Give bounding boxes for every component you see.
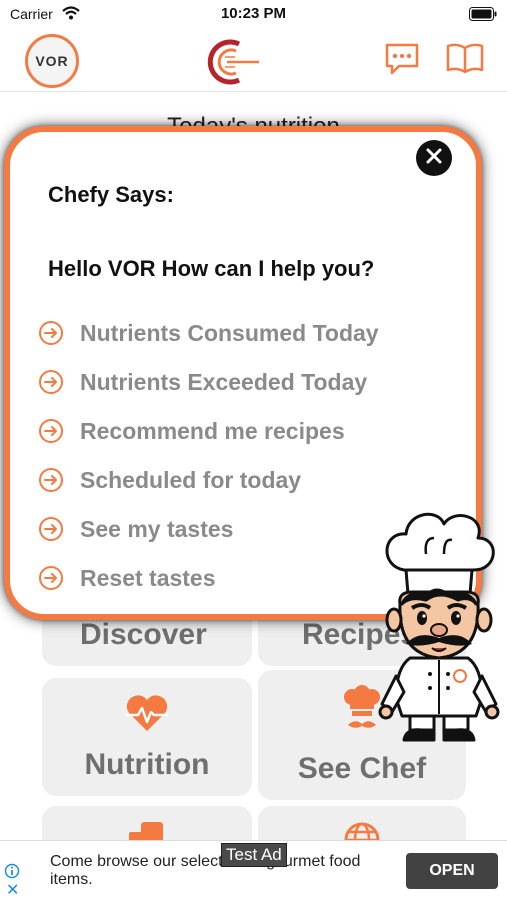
chefy-logo-icon bbox=[205, 36, 261, 93]
book-icon[interactable] bbox=[446, 42, 484, 79]
option-nutrients-exceeded[interactable]: Nutrients Exceeded Today bbox=[38, 365, 367, 399]
nutrition-label: Nutrition bbox=[84, 747, 210, 781]
arrow-circle-icon bbox=[38, 369, 64, 395]
avatar[interactable]: VOR bbox=[25, 34, 79, 88]
see-chef-label: See Chef bbox=[297, 751, 427, 785]
arrow-circle-icon bbox=[38, 418, 64, 444]
option-recommend-recipes[interactable]: Recommend me recipes bbox=[38, 414, 345, 448]
status-time: 10:23 PM bbox=[220, 5, 287, 22]
chat-icon[interactable] bbox=[384, 42, 420, 81]
option-label: Nutrients Exceeded Today bbox=[80, 368, 368, 395]
option-reset-tastes[interactable]: Reset tastes bbox=[38, 561, 216, 595]
option-nutrients-consumed[interactable]: Nutrients Consumed Today bbox=[38, 316, 379, 350]
avatar-initials: VOR bbox=[35, 53, 69, 69]
arrow-circle-icon bbox=[38, 467, 64, 493]
close-button[interactable] bbox=[416, 140, 452, 176]
heartbeat-icon bbox=[124, 693, 170, 738]
close-icon bbox=[426, 148, 442, 169]
ad-open-button[interactable]: OPEN bbox=[406, 853, 498, 889]
option-label: See my tastes bbox=[80, 515, 234, 542]
dialog-title: Chefy Says: bbox=[48, 182, 174, 207]
chef-mascot-icon[interactable] bbox=[378, 508, 502, 749]
option-label: Scheduled for today bbox=[80, 466, 302, 493]
option-label: Nutrients Consumed Today bbox=[80, 319, 379, 346]
battery-icon bbox=[469, 7, 497, 26]
dialog-greeting: Hello VOR How can I help you? bbox=[48, 256, 375, 281]
discover-label: Discover bbox=[80, 618, 207, 651]
info-icon[interactable] bbox=[4, 863, 20, 884]
option-scheduled-today[interactable]: Scheduled for today bbox=[38, 463, 301, 497]
arrow-circle-icon bbox=[38, 565, 64, 591]
app-header: VOR bbox=[0, 30, 507, 92]
option-label: Recommend me recipes bbox=[80, 417, 345, 444]
option-label: Reset tastes bbox=[80, 564, 216, 591]
arrow-circle-icon bbox=[38, 320, 64, 346]
ad-banner[interactable]: ✕ Come browse our selection of gourmet f… bbox=[0, 840, 507, 900]
nutrition-tile[interactable]: Nutrition bbox=[42, 678, 252, 796]
arrow-circle-icon bbox=[38, 516, 64, 542]
test-ad-badge: Test Ad bbox=[221, 843, 287, 867]
status-bar: Carrier 10:23 PM bbox=[0, 0, 507, 30]
option-see-tastes[interactable]: See my tastes bbox=[38, 512, 233, 546]
ad-close-icon[interactable]: ✕ bbox=[6, 883, 19, 899]
